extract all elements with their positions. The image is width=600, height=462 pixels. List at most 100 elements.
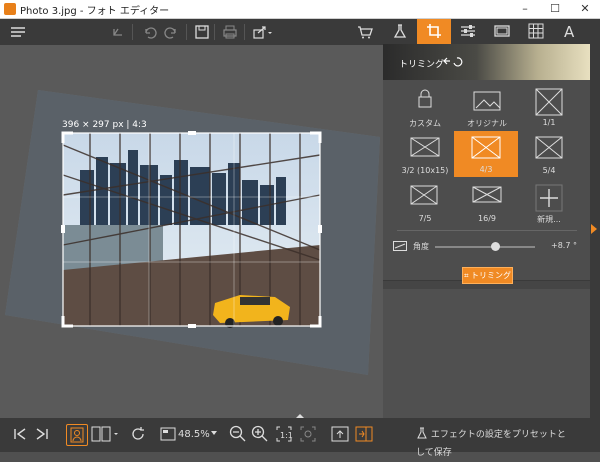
toolbar-separator (132, 24, 133, 40)
undo-all-icon[interactable] (106, 19, 130, 45)
undo-icon[interactable] (137, 19, 161, 45)
save-preset-label: エフェクトの設定をプリセットとして保存 (416, 430, 566, 458)
next-image-icon[interactable] (32, 424, 52, 444)
plus-icon (535, 184, 563, 212)
toolbar-separator (186, 24, 187, 40)
ratio-original[interactable]: オリジナル (461, 88, 513, 132)
sliders-icon (461, 25, 475, 37)
expand-up-icon[interactable] (296, 414, 304, 418)
ratio-4-3[interactable]: 4/3 (454, 131, 518, 177)
ratio-7-5[interactable]: 7/5 (399, 184, 451, 228)
share-icon[interactable] (248, 19, 276, 45)
toolbar-separator (244, 24, 245, 40)
ratio-label: カスタム (409, 119, 441, 128)
rect-x-icon (410, 137, 440, 157)
menu-icon[interactable] (6, 19, 30, 45)
rect-x-icon (472, 186, 502, 203)
photo-preview (5, 90, 380, 375)
frame-icon (494, 25, 510, 37)
title-bar: Photo 3.jpg - フォト エディター – ☐ ✕ (0, 0, 600, 19)
redo-icon[interactable] (160, 19, 184, 45)
square-x-icon (535, 88, 563, 116)
angle-slider-handle[interactable] (491, 242, 500, 251)
ratio-label: 16/9 (478, 214, 496, 223)
crop-banner: トリミング (383, 44, 590, 80)
lock-icon (418, 89, 432, 108)
crop-size-label: 396 × 297 px | 4:3 (62, 120, 147, 130)
single-view-icon[interactable] (66, 424, 88, 446)
rect-x-icon (535, 136, 563, 159)
crop-icon (427, 24, 441, 38)
apply-crop-label: トリミング (471, 271, 512, 280)
zoom-in-icon[interactable] (250, 424, 270, 444)
tab-text[interactable]: A (553, 19, 587, 44)
text-icon: A (564, 23, 575, 39)
bottom-toolbar: 48.5% 1:1 エフェクトの設定をプリセットとして保存 (0, 414, 600, 458)
banner-label: トリミング (399, 60, 445, 70)
crop-icon: ⌗ (463, 271, 472, 280)
flask-icon (393, 24, 407, 38)
ratio-label: 3/2 (10x15) (401, 166, 449, 175)
angle-label: 角度 (413, 242, 429, 251)
panel-toggle-icon[interactable] (354, 424, 374, 444)
zoom-level[interactable]: 48.5% (178, 429, 210, 440)
cart-icon[interactable] (353, 19, 377, 45)
ratio-5-4[interactable]: 5/4 (523, 136, 575, 180)
ratio-3-2[interactable]: 3/2 (10x15) (399, 136, 451, 180)
close-button[interactable]: ✕ (570, 0, 600, 18)
rect-x-icon (471, 136, 501, 159)
divider (397, 230, 577, 231)
main-toolbar (0, 19, 383, 45)
zoom-fit-icon[interactable] (158, 424, 178, 444)
ratio-label: 新規... (537, 215, 561, 224)
panel-scroll-strip[interactable] (590, 19, 600, 418)
ratio-label: 5/4 (542, 166, 556, 175)
level-icon (393, 241, 407, 251)
ratio-label: 7/5 (418, 214, 432, 223)
tab-adjust[interactable] (451, 19, 485, 44)
export-icon[interactable] (330, 424, 350, 444)
image-canvas[interactable]: 396 × 297 px | 4:3 (0, 45, 383, 418)
compare-view-icon[interactable] (90, 424, 120, 444)
tab-frame[interactable] (485, 19, 519, 44)
rect-x-icon (410, 185, 438, 205)
maximize-button[interactable]: ☐ (540, 0, 570, 18)
rotate-icon[interactable] (128, 424, 148, 444)
svg-text:1:1: 1:1 (280, 431, 293, 440)
reset-icon[interactable] (441, 55, 465, 67)
tool-panel: A トリミング カスタム オリジナル 1/1 3/2 (10x15) 4/3 5… (383, 19, 590, 418)
tab-effects[interactable] (383, 19, 417, 44)
ratio-label: 4/3 (479, 165, 493, 174)
angle-row: 角度 +8.7 ° (383, 237, 590, 257)
angle-value: +8.7 ° (551, 241, 577, 250)
svg-text:A: A (564, 23, 575, 39)
actual-size-icon[interactable]: 1:1 (274, 424, 294, 444)
apply-crop-button[interactable]: ⌗ トリミング (462, 267, 513, 284)
ratio-new[interactable]: 新規... (523, 184, 575, 228)
ratio-label: オリジナル (467, 119, 507, 128)
ratio-label: 1/1 (542, 118, 556, 127)
minimize-button[interactable]: – (510, 0, 540, 18)
app-icon (4, 3, 16, 15)
angle-slider-track[interactable] (435, 246, 535, 248)
grid-icon (528, 23, 544, 39)
zoom-out-icon[interactable] (228, 424, 248, 444)
zoom-dropdown-icon[interactable] (211, 431, 217, 435)
toolbar-separator (214, 24, 215, 40)
flask-icon (417, 427, 427, 439)
image-icon (473, 91, 501, 111)
save-icon[interactable] (190, 19, 214, 45)
fit-screen-icon[interactable] (298, 424, 318, 444)
expand-arrow-icon[interactable] (591, 224, 597, 234)
ratio-custom[interactable]: カスタム (399, 88, 451, 132)
ratio-16-9[interactable]: 16/9 (461, 184, 513, 228)
window-title: Photo 3.jpg - フォト エディター (20, 6, 170, 17)
previous-image-icon[interactable] (10, 424, 30, 444)
preset-area: エフェクトの設定をプリセットとして保存 (383, 289, 590, 418)
print-icon[interactable] (218, 19, 242, 45)
tab-texture[interactable] (519, 19, 553, 44)
tab-crop[interactable] (417, 19, 451, 44)
ratio-1-1[interactable]: 1/1 (523, 88, 575, 132)
panel-tabs: A (383, 19, 590, 44)
save-preset-button-bottom[interactable]: エフェクトの設定をプリセットとして保存 (416, 426, 566, 458)
